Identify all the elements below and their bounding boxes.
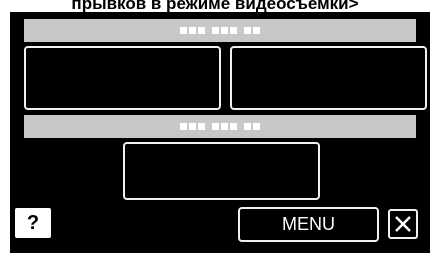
menu-button[interactable]: MENU [238,207,379,242]
close-icon [395,216,411,232]
top-bar-label-glyphs-3 [244,27,260,34]
camera-touch-screen: ? MENU [10,12,430,253]
top-bar-label-glyphs-1 [180,27,205,34]
mid-bar-label-glyphs-3 [244,123,260,130]
mid-bar-label-glyphs-2 [212,123,237,130]
mid-bar-label-glyphs-1 [180,123,205,130]
top-bar-label-glyphs-2 [212,27,237,34]
top-settings-bar [24,19,416,42]
help-button-label: ? [26,211,40,234]
close-button[interactable] [388,209,418,239]
middle-settings-bar [24,115,416,138]
help-button[interactable]: ? [15,208,51,238]
option-button-right[interactable] [230,46,427,110]
menu-button-label: MENU [282,214,335,234]
option-button-center[interactable] [123,142,320,200]
option-button-left[interactable] [24,46,221,110]
